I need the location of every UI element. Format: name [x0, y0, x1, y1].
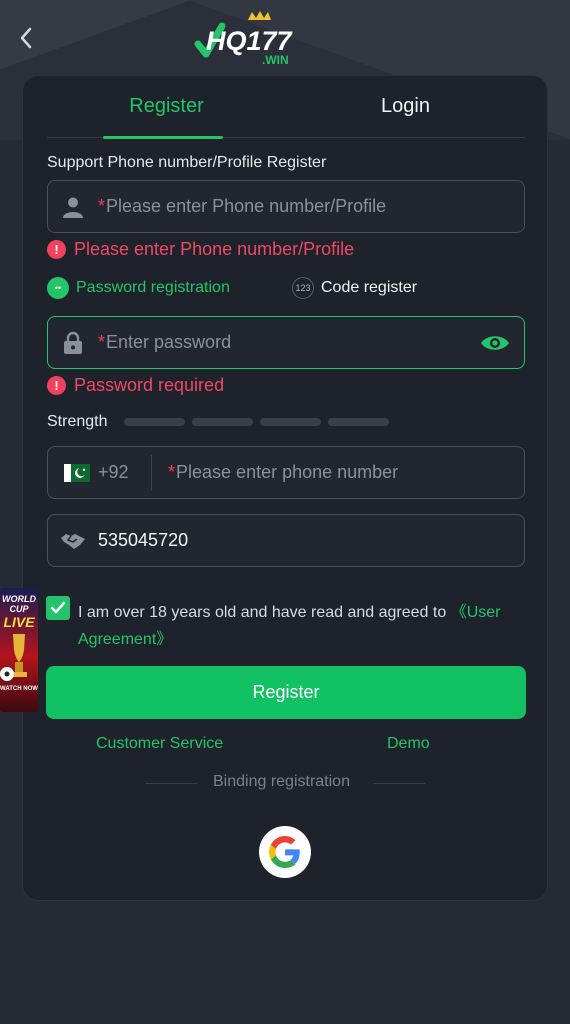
password-field[interactable]: *	[47, 316, 525, 369]
password-error-text: Password required	[74, 375, 225, 395]
brand-logo: HQ177 .WIN	[192, 10, 312, 68]
support-label: Support Phone number/Profile Register	[47, 154, 327, 171]
profile-field[interactable]: *	[47, 180, 525, 233]
strength-bar	[328, 418, 390, 426]
invite-code-field[interactable]	[47, 514, 525, 567]
world-cup-live-banner[interactable]: WORLD CUP LIVE WATCH NOW	[0, 588, 38, 712]
code-register-option[interactable]: 123 Code register	[292, 277, 417, 299]
customer-service-link[interactable]: Customer Service	[96, 735, 223, 753]
promo-line-1: WORLD	[2, 594, 36, 604]
radio-selected-icon: ••	[47, 277, 69, 299]
profile-error-text: Please enter Phone number/Profile	[74, 239, 355, 259]
strength-bar	[260, 418, 322, 426]
google-login-button[interactable]	[259, 826, 311, 878]
promo-line-2: CUP	[9, 604, 29, 614]
required-mark: *	[98, 332, 106, 352]
error-icon: !	[47, 240, 66, 259]
svg-text:.WIN: .WIN	[262, 53, 289, 67]
strength-bar	[192, 418, 254, 426]
phone-field[interactable]: +92 *	[47, 446, 525, 499]
user-icon	[48, 195, 98, 219]
eye-icon[interactable]	[466, 333, 524, 353]
agreement-checkbox[interactable]	[46, 596, 70, 620]
code-register-label: Code register	[321, 279, 418, 296]
google-icon	[269, 836, 300, 868]
trophy-icon	[0, 634, 27, 681]
strength-bar	[124, 418, 186, 426]
register-button[interactable]: Register	[46, 666, 526, 719]
country-code: +92	[98, 462, 129, 482]
auth-tabs: Register Login	[47, 76, 525, 139]
handshake-icon	[48, 532, 98, 550]
promo-line-3: LIVE	[3, 614, 35, 630]
profile-error: ! Please enter Phone number/Profile	[47, 239, 354, 260]
profile-input[interactable]	[106, 196, 524, 217]
invite-code-input[interactable]	[98, 530, 524, 551]
agreement-text: I am over 18 years old and have read and…	[78, 599, 518, 653]
tab-login[interactable]: Login	[286, 76, 525, 137]
checkmark-icon	[50, 601, 66, 614]
pakistan-flag-icon	[64, 463, 90, 482]
password-registration-label: Password registration	[76, 279, 230, 296]
promo-cta: WATCH NOW	[0, 686, 38, 692]
demo-link[interactable]: Demo	[387, 735, 430, 753]
error-icon: !	[47, 376, 66, 395]
required-mark: *	[168, 462, 176, 482]
required-mark: *	[98, 196, 106, 216]
password-strength: Strength	[47, 413, 390, 431]
back-button[interactable]	[14, 24, 38, 52]
agreement-statement: I am over 18 years old and have read and…	[78, 604, 451, 621]
password-registration-option[interactable]: •• Password registration	[47, 277, 230, 299]
tab-register[interactable]: Register	[47, 76, 286, 139]
binding-registration-label: Binding registration	[213, 773, 350, 790]
country-selector[interactable]: +92	[48, 454, 152, 491]
divider-left	[145, 783, 197, 784]
password-input[interactable]	[106, 332, 466, 353]
phone-input[interactable]	[176, 462, 524, 483]
lock-icon	[48, 331, 98, 355]
strength-label: Strength	[47, 413, 108, 430]
password-error: ! Password required	[47, 375, 224, 396]
divider-right	[373, 783, 425, 784]
code-icon: 123	[292, 277, 314, 299]
svg-text:HQ177: HQ177	[206, 26, 294, 56]
register-card: Register Login Support Phone number/Prof…	[22, 75, 548, 901]
chevron-left-icon	[20, 27, 32, 49]
